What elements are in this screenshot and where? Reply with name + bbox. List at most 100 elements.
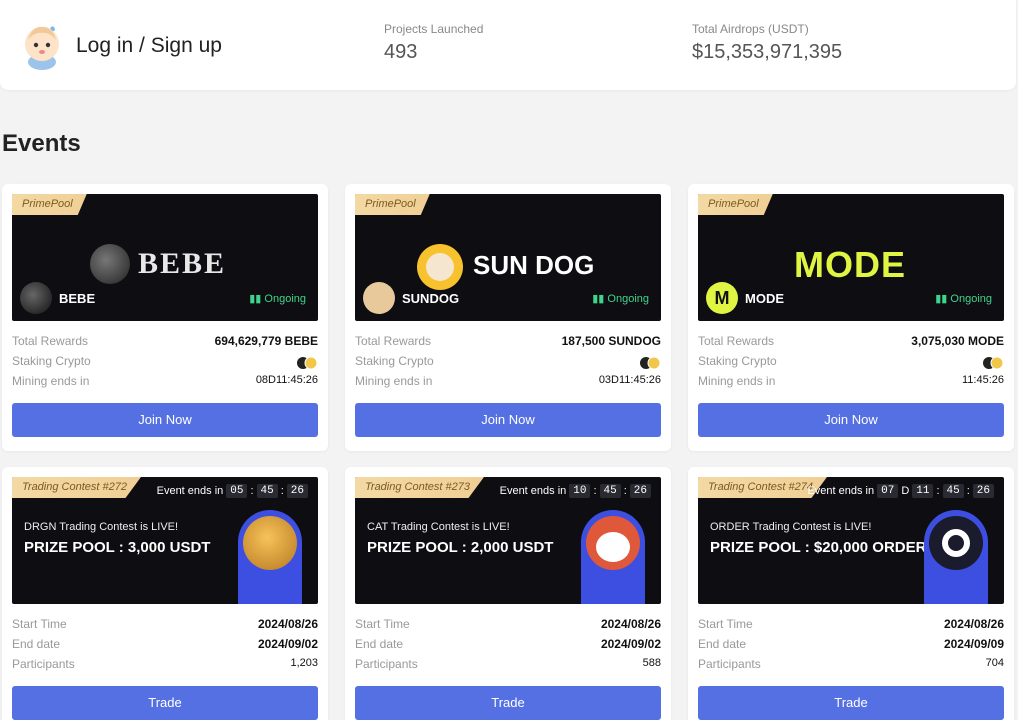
pool-banner[interactable]: PrimePool SUN DOG SUNDOG ▮▮ Ongoing xyxy=(355,194,661,321)
coin-name: SUNDOG xyxy=(402,291,460,306)
ongoing-status: ▮▮ Ongoing xyxy=(935,292,992,305)
token-pill xyxy=(924,510,988,604)
cat-token-icon xyxy=(586,516,640,570)
avatar[interactable] xyxy=(20,22,64,70)
countdown-seconds: 26 xyxy=(629,484,651,498)
pool-banner[interactable]: PrimePool BEBE BEBE ▮▮ Ongoing xyxy=(12,194,318,321)
event-countdown: Event ends in 05: 45: 26 xyxy=(157,484,308,498)
row-label: End date xyxy=(698,637,747,651)
trade-button[interactable]: Trade xyxy=(12,686,318,720)
contest-banner[interactable]: Trading Contest #273 Event ends in 10: 4… xyxy=(355,477,661,604)
token-pill xyxy=(581,510,645,604)
pool-tag: PrimePool xyxy=(698,194,773,215)
prize-pool: PRIZE POOL : $20,000 ORDER xyxy=(710,539,927,556)
row-label: Participants xyxy=(355,657,418,671)
contest-card-273: Trading Contest #273 Event ends in 10: 4… xyxy=(345,467,671,720)
mining-ends-row: Mining ends in 08D11:45:26 xyxy=(12,374,318,394)
row-value: 187,500 SUNDOG xyxy=(561,334,661,348)
row-label: Staking Crypto xyxy=(12,354,91,368)
contest-tag: Trading Contest #272 xyxy=(12,477,141,498)
countdown-minutes: 45 xyxy=(942,484,964,498)
banner-title: BEBE xyxy=(138,247,227,280)
row-value: 2024/09/02 xyxy=(257,637,318,651)
end-date-row: End date 2024/09/02 xyxy=(12,637,318,657)
contest-headline: DRGN Trading Contest is LIVE! xyxy=(24,521,179,533)
mode-coin-icon: M xyxy=(706,282,738,314)
row-label: Staking Crypto xyxy=(355,354,434,368)
row-label: Start Time xyxy=(12,617,67,631)
pool-card-bebe: PrimePool BEBE BEBE ▮▮ Ongoing Total Rew… xyxy=(2,184,328,451)
staking-coins-icon xyxy=(296,356,318,370)
sundog-coin-icon xyxy=(363,282,395,314)
join-now-button[interactable]: Join Now xyxy=(698,403,1004,437)
row-label: End date xyxy=(12,637,61,651)
row-value: 2024/08/26 xyxy=(257,617,318,631)
total-rewards-row: Total Rewards 3,075,030 MODE xyxy=(698,334,1004,354)
bebe-coin-icon xyxy=(20,282,52,314)
participants-row: Participants 588 xyxy=(355,657,661,677)
token-pill xyxy=(238,510,302,604)
row-value: 588 xyxy=(642,657,661,669)
countdown-seconds: 26 xyxy=(972,484,994,498)
trade-button[interactable]: Trade xyxy=(698,686,1004,720)
pool-card-mode: PrimePool MODE M MODE ▮▮ Ongoing Total R… xyxy=(688,184,1014,451)
stat-label: Projects Launched xyxy=(384,22,484,36)
prize-pool: PRIZE POOL : 2,000 USDT xyxy=(367,539,554,556)
events-title: Events xyxy=(2,130,81,157)
total-airdrops-stat: Total Airdrops (USDT) $15,353,971,395 xyxy=(692,22,842,64)
pool-banner[interactable]: PrimePool MODE M MODE ▮▮ Ongoing xyxy=(698,194,1004,321)
start-time-row: Start Time 2024/08/26 xyxy=(698,617,1004,637)
row-label: Participants xyxy=(698,657,761,671)
row-value: 2024/08/26 xyxy=(600,617,661,631)
contest-banner[interactable]: Trading Contest #272 Event ends in 05: 4… xyxy=(12,477,318,604)
order-token-icon xyxy=(929,516,983,570)
trade-button[interactable]: Trade xyxy=(355,686,661,720)
event-countdown: Event ends in 10: 45: 26 xyxy=(500,484,651,498)
row-value: 2024/08/26 xyxy=(943,617,1004,631)
row-value: 08D11:45:26 xyxy=(255,374,318,386)
row-label: Total Rewards xyxy=(12,334,89,348)
countdown-hours: 10 xyxy=(569,484,591,498)
join-now-button[interactable]: Join Now xyxy=(355,403,661,437)
sundog-logo-icon xyxy=(417,244,463,290)
contest-headline: CAT Trading Contest is LIVE! xyxy=(367,521,510,533)
start-time-row: Start Time 2024/08/26 xyxy=(12,617,318,637)
row-label: Total Rewards xyxy=(698,334,775,348)
participants-row: Participants 1,203 xyxy=(12,657,318,677)
mining-ends-row: Mining ends in 03D11:45:26 xyxy=(355,374,661,394)
mining-ends-row: Mining ends in 11:45:26 xyxy=(698,374,1004,394)
row-label: Start Time xyxy=(355,617,410,631)
bars-icon: ▮▮ xyxy=(935,293,951,305)
total-rewards-row: Total Rewards 187,500 SUNDOG xyxy=(355,334,661,354)
contest-banner[interactable]: Trading Contest #274 Event ends in 07 D 1… xyxy=(698,477,1004,604)
row-value: 03D11:45:26 xyxy=(598,374,661,386)
row-label: Total Rewards xyxy=(355,334,432,348)
row-label: Staking Crypto xyxy=(698,354,777,368)
staking-crypto-row: Staking Crypto xyxy=(698,354,1004,374)
row-label: Mining ends in xyxy=(12,374,90,388)
row-label: Participants xyxy=(12,657,75,671)
row-value: 2024/09/02 xyxy=(600,637,661,651)
row-value: 11:45:26 xyxy=(961,374,1004,386)
participants-row: Participants 704 xyxy=(698,657,1004,677)
row-label: Start Time xyxy=(698,617,753,631)
join-now-button[interactable]: Join Now xyxy=(12,403,318,437)
prize-pool: PRIZE POOL : 3,000 USDT xyxy=(24,539,211,556)
bars-icon: ▮▮ xyxy=(249,293,265,305)
pool-card-sundog: PrimePool SUN DOG SUNDOG ▮▮ Ongoing Tota… xyxy=(345,184,671,451)
projects-launched-stat: Projects Launched 493 xyxy=(384,22,483,64)
bars-icon: ▮▮ xyxy=(592,293,608,305)
row-value: 2024/09/09 xyxy=(943,637,1004,651)
end-date-row: End date 2024/09/09 xyxy=(698,637,1004,657)
pool-tag: PrimePool xyxy=(12,194,87,215)
event-countdown: Event ends in 07 D 11: 45: 26 xyxy=(807,484,994,498)
end-date-row: End date 2024/09/02 xyxy=(355,637,661,657)
ongoing-status: ▮▮ Ongoing xyxy=(592,292,649,305)
staking-crypto-row: Staking Crypto xyxy=(355,354,661,374)
row-label: End date xyxy=(355,637,404,651)
staking-crypto-row: Staking Crypto xyxy=(12,354,318,374)
stat-value: 493 xyxy=(384,41,418,63)
row-value: 3,075,030 MODE xyxy=(911,334,1004,348)
login-signup-link[interactable]: Log in / Sign up xyxy=(76,34,222,58)
countdown-label: Event ends in xyxy=(156,485,224,497)
